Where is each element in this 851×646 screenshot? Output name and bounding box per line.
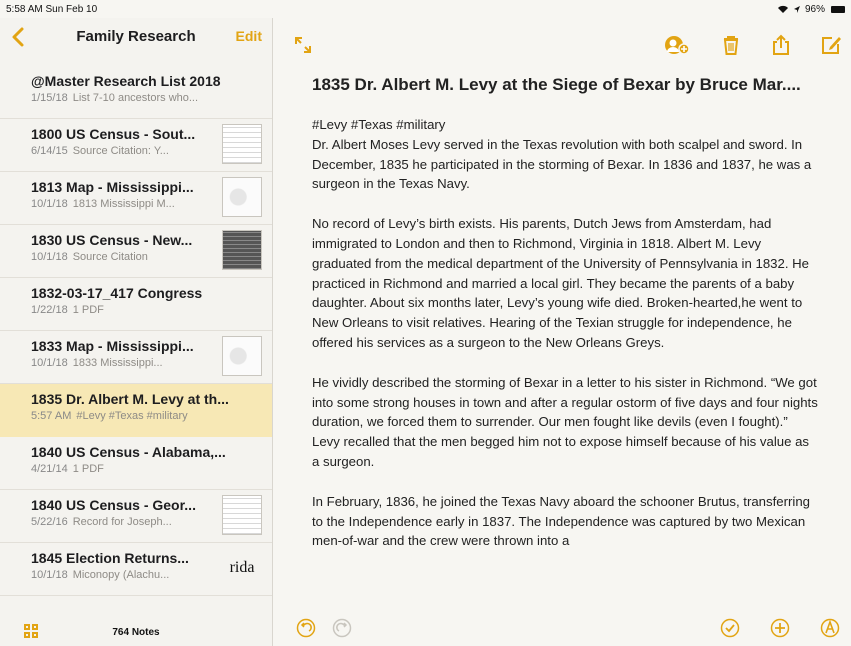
note-title: 1835 Dr. Albert M. Levy at the Siege of …: [312, 75, 801, 94]
note-list-item[interactable]: 1832-03-17_417 Congress 1/22/18 1 PDF: [0, 278, 272, 331]
notes-sidebar: Family Research Edit @Master Research Li…: [0, 18, 273, 646]
note-list-snippet: 1833 Mississippi...: [72, 357, 163, 369]
sidebar-header: Family Research Edit: [0, 18, 272, 58]
note-list-meta: 1/22/18 1 PDF: [31, 304, 258, 316]
note-thumbnail: [222, 124, 262, 164]
note-list-date: 10/1/18: [31, 251, 68, 263]
markup-icon[interactable]: [820, 618, 840, 638]
note-list-date: 1/22/18: [31, 304, 68, 316]
note-list-meta: 4/21/14 1 PDF: [31, 463, 258, 475]
sidebar-bottom-bar: 764 Notes: [0, 618, 272, 646]
note-list-snippet: Miconopy (Alachu...: [72, 569, 170, 581]
status-right: 96%: [777, 4, 845, 15]
note-paragraph-3: He vividly described the storming of Bex…: [312, 374, 818, 469]
undo-icon[interactable]: [296, 618, 316, 638]
note-paragraph-2: No record of Levy’s birth exists. His pa…: [312, 216, 810, 350]
note-list-date: 10/1/18: [31, 357, 68, 369]
note-list-snippet: #Levy #Texas #military: [76, 410, 188, 422]
note-body[interactable]: 1835 Dr. Albert M. Levy at the Siege of …: [312, 74, 819, 571]
status-time-date: 5:58 AM Sun Feb 10: [6, 3, 98, 15]
note-list-item[interactable]: 1840 US Census - Alabama,... 4/21/14 1 PDF: [0, 437, 272, 490]
note-thumbnail: rida: [229, 559, 255, 576]
note-list-title: 1840 US Census - Geor...: [31, 497, 196, 513]
note-list-snippet: Source Citation: [72, 251, 148, 263]
note-list-title: 1813 Map - Mississippi...: [31, 179, 194, 195]
note-list-title: 1835 Dr. Albert M. Levy at th...: [31, 391, 229, 407]
note-list-item[interactable]: @Master Research List 2018 1/15/18 List 7-…: [0, 66, 272, 119]
note-list-meta: 6/14/15 Source Citation: Y...: [31, 145, 222, 157]
grid-icon[interactable]: [24, 624, 40, 640]
note-list-title: 1832-03-17_417 Congress: [31, 285, 203, 301]
note-list-meta: 10/1/18 1833 Mississippi...: [31, 357, 222, 369]
note-list-title: 1845 Election Returns...: [31, 550, 189, 566]
note-count: 764 Notes: [112, 626, 160, 638]
note-list-date: 10/1/18: [31, 569, 68, 581]
location-icon: [793, 5, 800, 13]
note-list-date: 5:57 AM: [31, 410, 72, 422]
note-list-item[interactable]: 1840 US Census - Geor... 5/22/16 Record fo…: [0, 490, 272, 543]
note-list-item[interactable]: 1830 US Census - New... 10/1/18 Source Cit…: [0, 225, 272, 278]
note-list-item[interactable]: 1833 Map - Mississippi... 10/1/18 1833 Mis…: [0, 331, 272, 384]
editor-toolbar: [274, 18, 851, 58]
trash-icon[interactable]: [720, 34, 742, 56]
edit-button[interactable]: Edit: [236, 28, 262, 44]
note-list-date: 5/22/16: [31, 516, 68, 528]
note-list-title: @Master Research List 2018: [31, 73, 221, 89]
note-tags: #Levy #Texas #military: [312, 117, 446, 132]
note-list-item[interactable]: 1835 Dr. Albert M. Levy at th... 5:57 AM #…: [0, 384, 272, 437]
note-list-snippet: 1813 Mississippi M...: [72, 198, 175, 210]
note-list-item[interactable]: 1813 Map - Mississippi... 10/1/18 1813 Mis…: [0, 172, 272, 225]
note-list-snippet: 1 PDF: [72, 463, 104, 475]
note-thumbnail: [222, 336, 262, 376]
note-list-title: 1840 US Census - Alabama,...: [31, 444, 226, 460]
wifi-icon: [777, 5, 788, 13]
expand-icon[interactable]: [294, 36, 312, 54]
status-bar: 5:58 AM Sun Feb 10 96%: [0, 0, 851, 18]
battery-percent: 96%: [804, 3, 825, 15]
note-paragraph-4: In February, 1836, he joined the Texas N…: [312, 493, 810, 549]
note-list-snippet: Source Citation: Y...: [72, 145, 169, 157]
note-thumbnail: [222, 177, 262, 217]
editor-bottom-bar: [274, 616, 851, 646]
note-list: @Master Research List 2018 1/15/18 List 7-…: [0, 66, 272, 596]
note-list-snippet: List 7-10 ancestors who...: [72, 92, 199, 104]
note-list-meta: 10/1/18 1813 Mississippi M...: [31, 198, 222, 210]
share-icon[interactable]: [770, 34, 792, 56]
note-editor: 1835 Dr. Albert M. Levy at the Siege of …: [274, 18, 851, 646]
note-list-date: 10/1/18: [31, 198, 68, 210]
note-thumbnail: [222, 230, 262, 270]
note-list-date: 1/15/18: [31, 92, 68, 104]
add-people-icon[interactable]: [664, 34, 690, 56]
note-list-title: 1830 US Census - New...: [31, 232, 193, 248]
note-list-meta: 5/22/16 Record for Joseph...: [31, 516, 222, 528]
note-list-snippet: Record for Joseph...: [72, 516, 172, 528]
checklist-icon[interactable]: [720, 618, 740, 638]
note-list-item[interactable]: 1845 Election Returns... 10/1/18 Miconopy …: [0, 543, 272, 596]
note-list-meta: 1/15/18 List 7-10 ancestors who...: [31, 92, 258, 104]
note-list-date: 4/21/14: [31, 463, 68, 475]
note-thumbnail: [222, 495, 262, 535]
note-list-title: 1833 Map - Mississippi...: [31, 338, 194, 354]
note-list-date: 6/14/15: [31, 145, 68, 157]
add-icon[interactable]: [770, 618, 790, 638]
note-list-title: 1800 US Census - Sout...: [31, 126, 196, 142]
note-list-meta: 5:57 AM #Levy #Texas #military: [31, 410, 258, 422]
note-list-snippet: 1 PDF: [72, 304, 104, 316]
note-paragraph-1: Dr. Albert Moses Levy served in the Texa…: [312, 136, 812, 192]
battery-icon: [831, 5, 845, 13]
note-list-meta: 10/1/18 Miconopy (Alachu...: [31, 569, 222, 581]
note-list-meta: 10/1/18 Source Citation: [31, 251, 222, 263]
compose-icon[interactable]: [820, 34, 842, 56]
folder-title: Family Research: [76, 28, 196, 45]
redo-icon[interactable]: [332, 618, 352, 638]
note-list-item[interactable]: 1800 US Census - Sout... 6/14/15 Source Ci…: [0, 119, 272, 172]
